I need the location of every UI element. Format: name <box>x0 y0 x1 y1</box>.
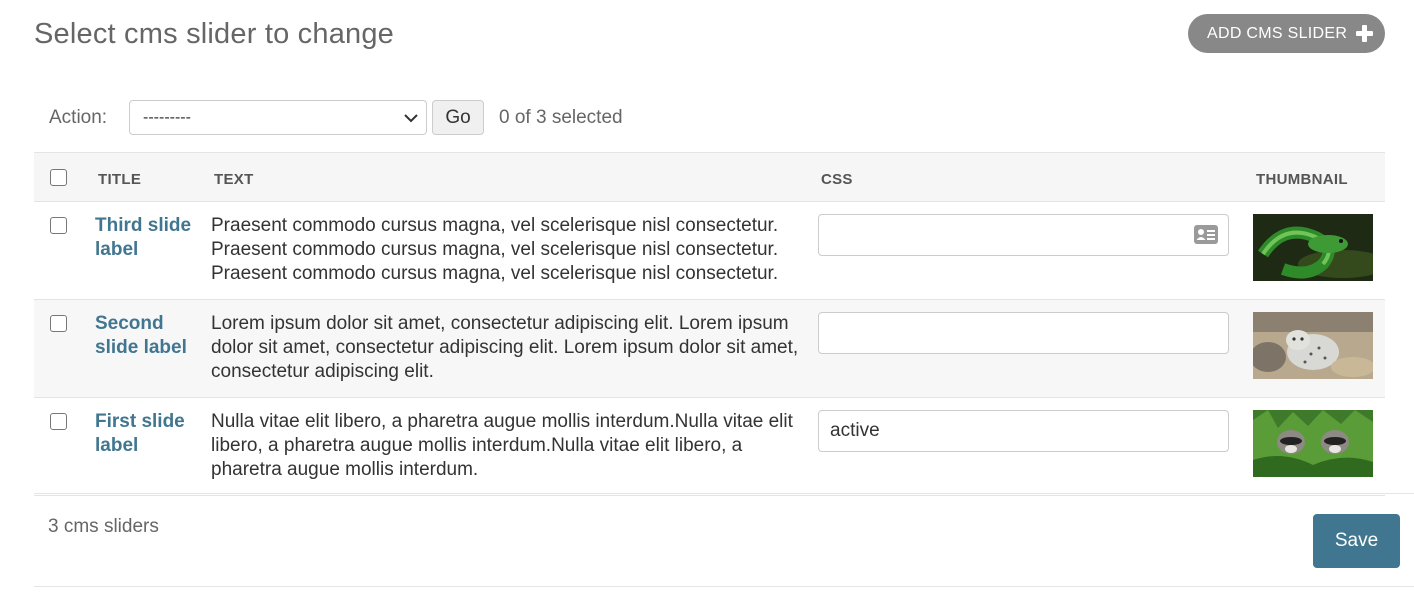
thumbnail-image <box>1253 214 1373 281</box>
css-input[interactable] <box>818 214 1229 256</box>
result-count: 3 cms sliders <box>48 516 159 537</box>
plus-icon <box>1356 25 1373 42</box>
action-select-value: --------- <box>143 109 191 126</box>
actions-bar: Action: --------- Go 0 of 3 selected <box>34 98 734 138</box>
row-title-link[interactable]: First slide label <box>95 410 211 458</box>
row-title-link[interactable]: Third slide label <box>95 214 211 262</box>
footer-divider <box>34 493 1414 494</box>
thumbnail-image <box>1253 410 1373 477</box>
page-title: Select cms slider to change <box>34 18 395 50</box>
add-button-label: ADD CMS SLIDER <box>1207 24 1348 42</box>
chevron-down-icon <box>404 114 418 123</box>
column-header-css[interactable]: CSS <box>818 153 1253 202</box>
add-cms-slider-button[interactable]: ADD CMS SLIDER <box>1188 14 1385 53</box>
action-label: Action: <box>49 107 108 128</box>
row-text: Praesent commodo cursus magna, vel scele… <box>211 215 779 284</box>
row-text: Nulla vitae elit libero, a pharetra augu… <box>211 411 793 480</box>
css-input[interactable] <box>818 312 1229 354</box>
table-row: Second slide label Lorem ipsum dolor sit… <box>34 299 1385 398</box>
column-header-title[interactable]: TITLE <box>95 153 211 202</box>
selection-status: 0 of 3 selected <box>499 107 623 128</box>
column-header-thumbnail[interactable]: THUMBNAIL <box>1253 153 1385 202</box>
results-table: TITLE TEXT CSS THUMBNAIL Third slide lab… <box>34 152 1385 496</box>
row-title-link[interactable]: Second slide label <box>95 312 211 360</box>
go-button[interactable]: Go <box>432 100 484 135</box>
footer-divider-bottom <box>34 586 1414 587</box>
row-checkbox[interactable] <box>50 315 67 332</box>
row-checkbox[interactable] <box>50 413 67 430</box>
row-text: Lorem ipsum dolor sit amet, consectetur … <box>211 313 799 382</box>
card-icon[interactable] <box>1194 225 1218 244</box>
action-select[interactable]: --------- <box>129 100 427 135</box>
css-input-value: active <box>830 420 880 441</box>
table-row: Third slide label Praesent commodo cursu… <box>34 202 1385 300</box>
row-checkbox[interactable] <box>50 217 67 234</box>
thumbnail-image <box>1253 312 1373 379</box>
select-all-checkbox[interactable] <box>50 168 67 186</box>
css-input[interactable]: active <box>818 410 1229 452</box>
save-button[interactable]: Save <box>1313 514 1400 568</box>
column-header-text[interactable]: TEXT <box>211 153 818 202</box>
table-header-row: TITLE TEXT CSS THUMBNAIL <box>34 152 1385 202</box>
table-row: First slide label Nulla vitae elit liber… <box>34 398 1385 496</box>
